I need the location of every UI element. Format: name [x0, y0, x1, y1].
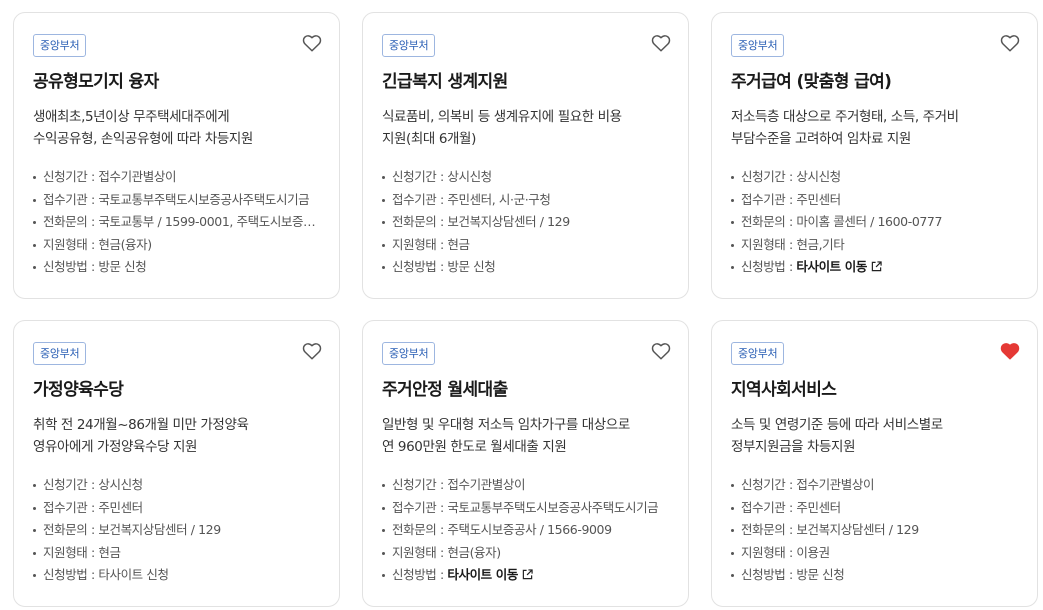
- info-type: 지원형태 : 현금,기타: [731, 234, 1017, 257]
- card-description: 취학 전 24개월~86개월 미만 가정양육 영유아에게 가정양육수당 지원: [33, 417, 249, 455]
- heart-icon[interactable]: [302, 34, 322, 52]
- card-description: 식료품비, 의복비 등 생계유지에 필요한 비용 지원(최대 6개월): [382, 109, 622, 147]
- category-badge: 중앙부처: [731, 34, 785, 57]
- info-method: 신청방법 : 방문 신청: [382, 256, 668, 279]
- info-period: 신청기간 : 접수기관별상이: [33, 166, 319, 189]
- info-period: 신청기간 : 상시신청: [33, 474, 319, 497]
- heart-icon[interactable]: [302, 342, 322, 360]
- benefit-card[interactable]: 중앙부처 긴급복지 생계지원 식료품비, 의복비 등 생계유지에 필요한 비용 …: [362, 12, 689, 299]
- info-type: 지원형태 : 현금(융자): [382, 542, 668, 565]
- info-type: 지원형태 : 현금(융자): [33, 234, 319, 257]
- card-description: 생애최초,5년이상 무주택세대주에게 수익공유형, 손익공유형에 따라 차등지원: [33, 109, 253, 147]
- info-method: 신청방법 : 타사이트 이동: [731, 256, 1017, 279]
- card-description: 소득 및 연령기준 등에 따라 서비스별로 정부지원금을 차등지원: [731, 417, 943, 455]
- info-period: 신청기간 : 접수기관별상이: [382, 474, 668, 497]
- info-office: 접수기관 : 국토교통부주택도시보증공사주택도시기금: [382, 497, 668, 520]
- info-period: 신청기간 : 상시신청: [382, 166, 668, 189]
- external-link-icon[interactable]: [522, 569, 533, 580]
- external-site-link[interactable]: 타사이트 이동: [447, 567, 518, 582]
- info-period: 신청기간 : 접수기관별상이: [731, 474, 1017, 497]
- benefit-card[interactable]: 중앙부처 주거급여 (맞춤형 급여) 저소득층 대상으로 주거형태, 소득, 주…: [711, 12, 1038, 299]
- info-phone: 전화문의 : 보건복지상담센터 / 129: [382, 211, 668, 234]
- card-info-list: 신청기간 : 접수기관별상이 접수기관 : 국토교통부주택도시보증공사주택도시기…: [33, 166, 319, 279]
- info-office: 접수기관 : 주민센터: [731, 497, 1017, 520]
- card-title[interactable]: 공유형모기지 융자: [33, 70, 319, 94]
- info-method: 신청방법 : 타사이트 신청: [33, 564, 319, 587]
- card-title[interactable]: 주거안정 월세대출: [382, 378, 668, 402]
- category-badge: 중앙부처: [33, 342, 87, 365]
- benefit-card[interactable]: 중앙부처 지역사회서비스 소득 및 연령기준 등에 따라 서비스별로 정부지원금…: [711, 320, 1038, 607]
- card-info-list: 신청기간 : 상시신청 접수기관 : 주민센터 전화문의 : 마이홈 콜센터 /…: [731, 166, 1017, 279]
- category-badge: 중앙부처: [382, 34, 436, 57]
- external-site-link[interactable]: 타사이트 이동: [796, 259, 867, 274]
- card-description: 일반형 및 우대형 저소득 임차가구를 대상으로 연 960만원 한도로 월세대…: [382, 417, 630, 455]
- category-badge: 중앙부처: [731, 342, 785, 365]
- info-method: 신청방법 : 타사이트 이동: [382, 564, 668, 587]
- benefit-card[interactable]: 중앙부처 공유형모기지 융자 생애최초,5년이상 무주택세대주에게 수익공유형,…: [13, 12, 340, 299]
- heart-icon[interactable]: [1000, 34, 1020, 52]
- benefit-card[interactable]: 중앙부처 가정양육수당 취학 전 24개월~86개월 미만 가정양육 영유아에게…: [13, 320, 340, 607]
- info-office: 접수기관 : 주민센터: [731, 189, 1017, 212]
- info-type: 지원형태 : 이용권: [731, 542, 1017, 565]
- info-type: 지원형태 : 현금: [33, 542, 319, 565]
- info-office: 접수기관 : 주민센터, 시·군·구청: [382, 189, 668, 212]
- info-phone: 전화문의 : 국토교통부 / 1599-0001, 주택도시보증공사: [33, 211, 319, 234]
- card-info-list: 신청기간 : 접수기관별상이 접수기관 : 국토교통부주택도시보증공사주택도시기…: [382, 474, 668, 587]
- info-office: 접수기관 : 주민센터: [33, 497, 319, 520]
- card-description: 저소득층 대상으로 주거형태, 소득, 주거비 부담수준을 고려하여 임차료 지…: [731, 109, 959, 147]
- category-badge: 중앙부처: [382, 342, 436, 365]
- info-method: 신청방법 : 방문 신청: [731, 564, 1017, 587]
- heart-icon[interactable]: [1000, 342, 1020, 360]
- info-phone: 전화문의 : 보건복지상담센터 / 129: [33, 519, 319, 542]
- card-title[interactable]: 가정양육수당: [33, 378, 319, 402]
- heart-icon[interactable]: [651, 342, 671, 360]
- info-type: 지원형태 : 현금: [382, 234, 668, 257]
- info-phone: 전화문의 : 주택도시보증공사 / 1566-9009: [382, 519, 668, 542]
- info-office: 접수기관 : 국토교통부주택도시보증공사주택도시기금: [33, 189, 319, 212]
- info-phone: 전화문의 : 보건복지상담센터 / 129: [731, 519, 1017, 542]
- info-period: 신청기간 : 상시신청: [731, 166, 1017, 189]
- info-method: 신청방법 : 방문 신청: [33, 256, 319, 279]
- benefit-card-grid: 중앙부처 공유형모기지 융자 생애최초,5년이상 무주택세대주에게 수익공유형,…: [0, 0, 1043, 610]
- card-title[interactable]: 지역사회서비스: [731, 378, 1017, 402]
- info-phone: 전화문의 : 마이홈 콜센터 / 1600-0777: [731, 211, 1017, 234]
- card-title[interactable]: 긴급복지 생계지원: [382, 70, 668, 94]
- heart-icon[interactable]: [651, 34, 671, 52]
- card-info-list: 신청기간 : 상시신청 접수기관 : 주민센터 전화문의 : 보건복지상담센터 …: [33, 474, 319, 587]
- card-info-list: 신청기간 : 접수기관별상이 접수기관 : 주민센터 전화문의 : 보건복지상담…: [731, 474, 1017, 587]
- card-title[interactable]: 주거급여 (맞춤형 급여): [731, 70, 1017, 94]
- category-badge: 중앙부처: [33, 34, 87, 57]
- benefit-card[interactable]: 중앙부처 주거안정 월세대출 일반형 및 우대형 저소득 임차가구를 대상으로 …: [362, 320, 689, 607]
- card-info-list: 신청기간 : 상시신청 접수기관 : 주민센터, 시·군·구청 전화문의 : 보…: [382, 166, 668, 279]
- external-link-icon[interactable]: [871, 261, 882, 272]
